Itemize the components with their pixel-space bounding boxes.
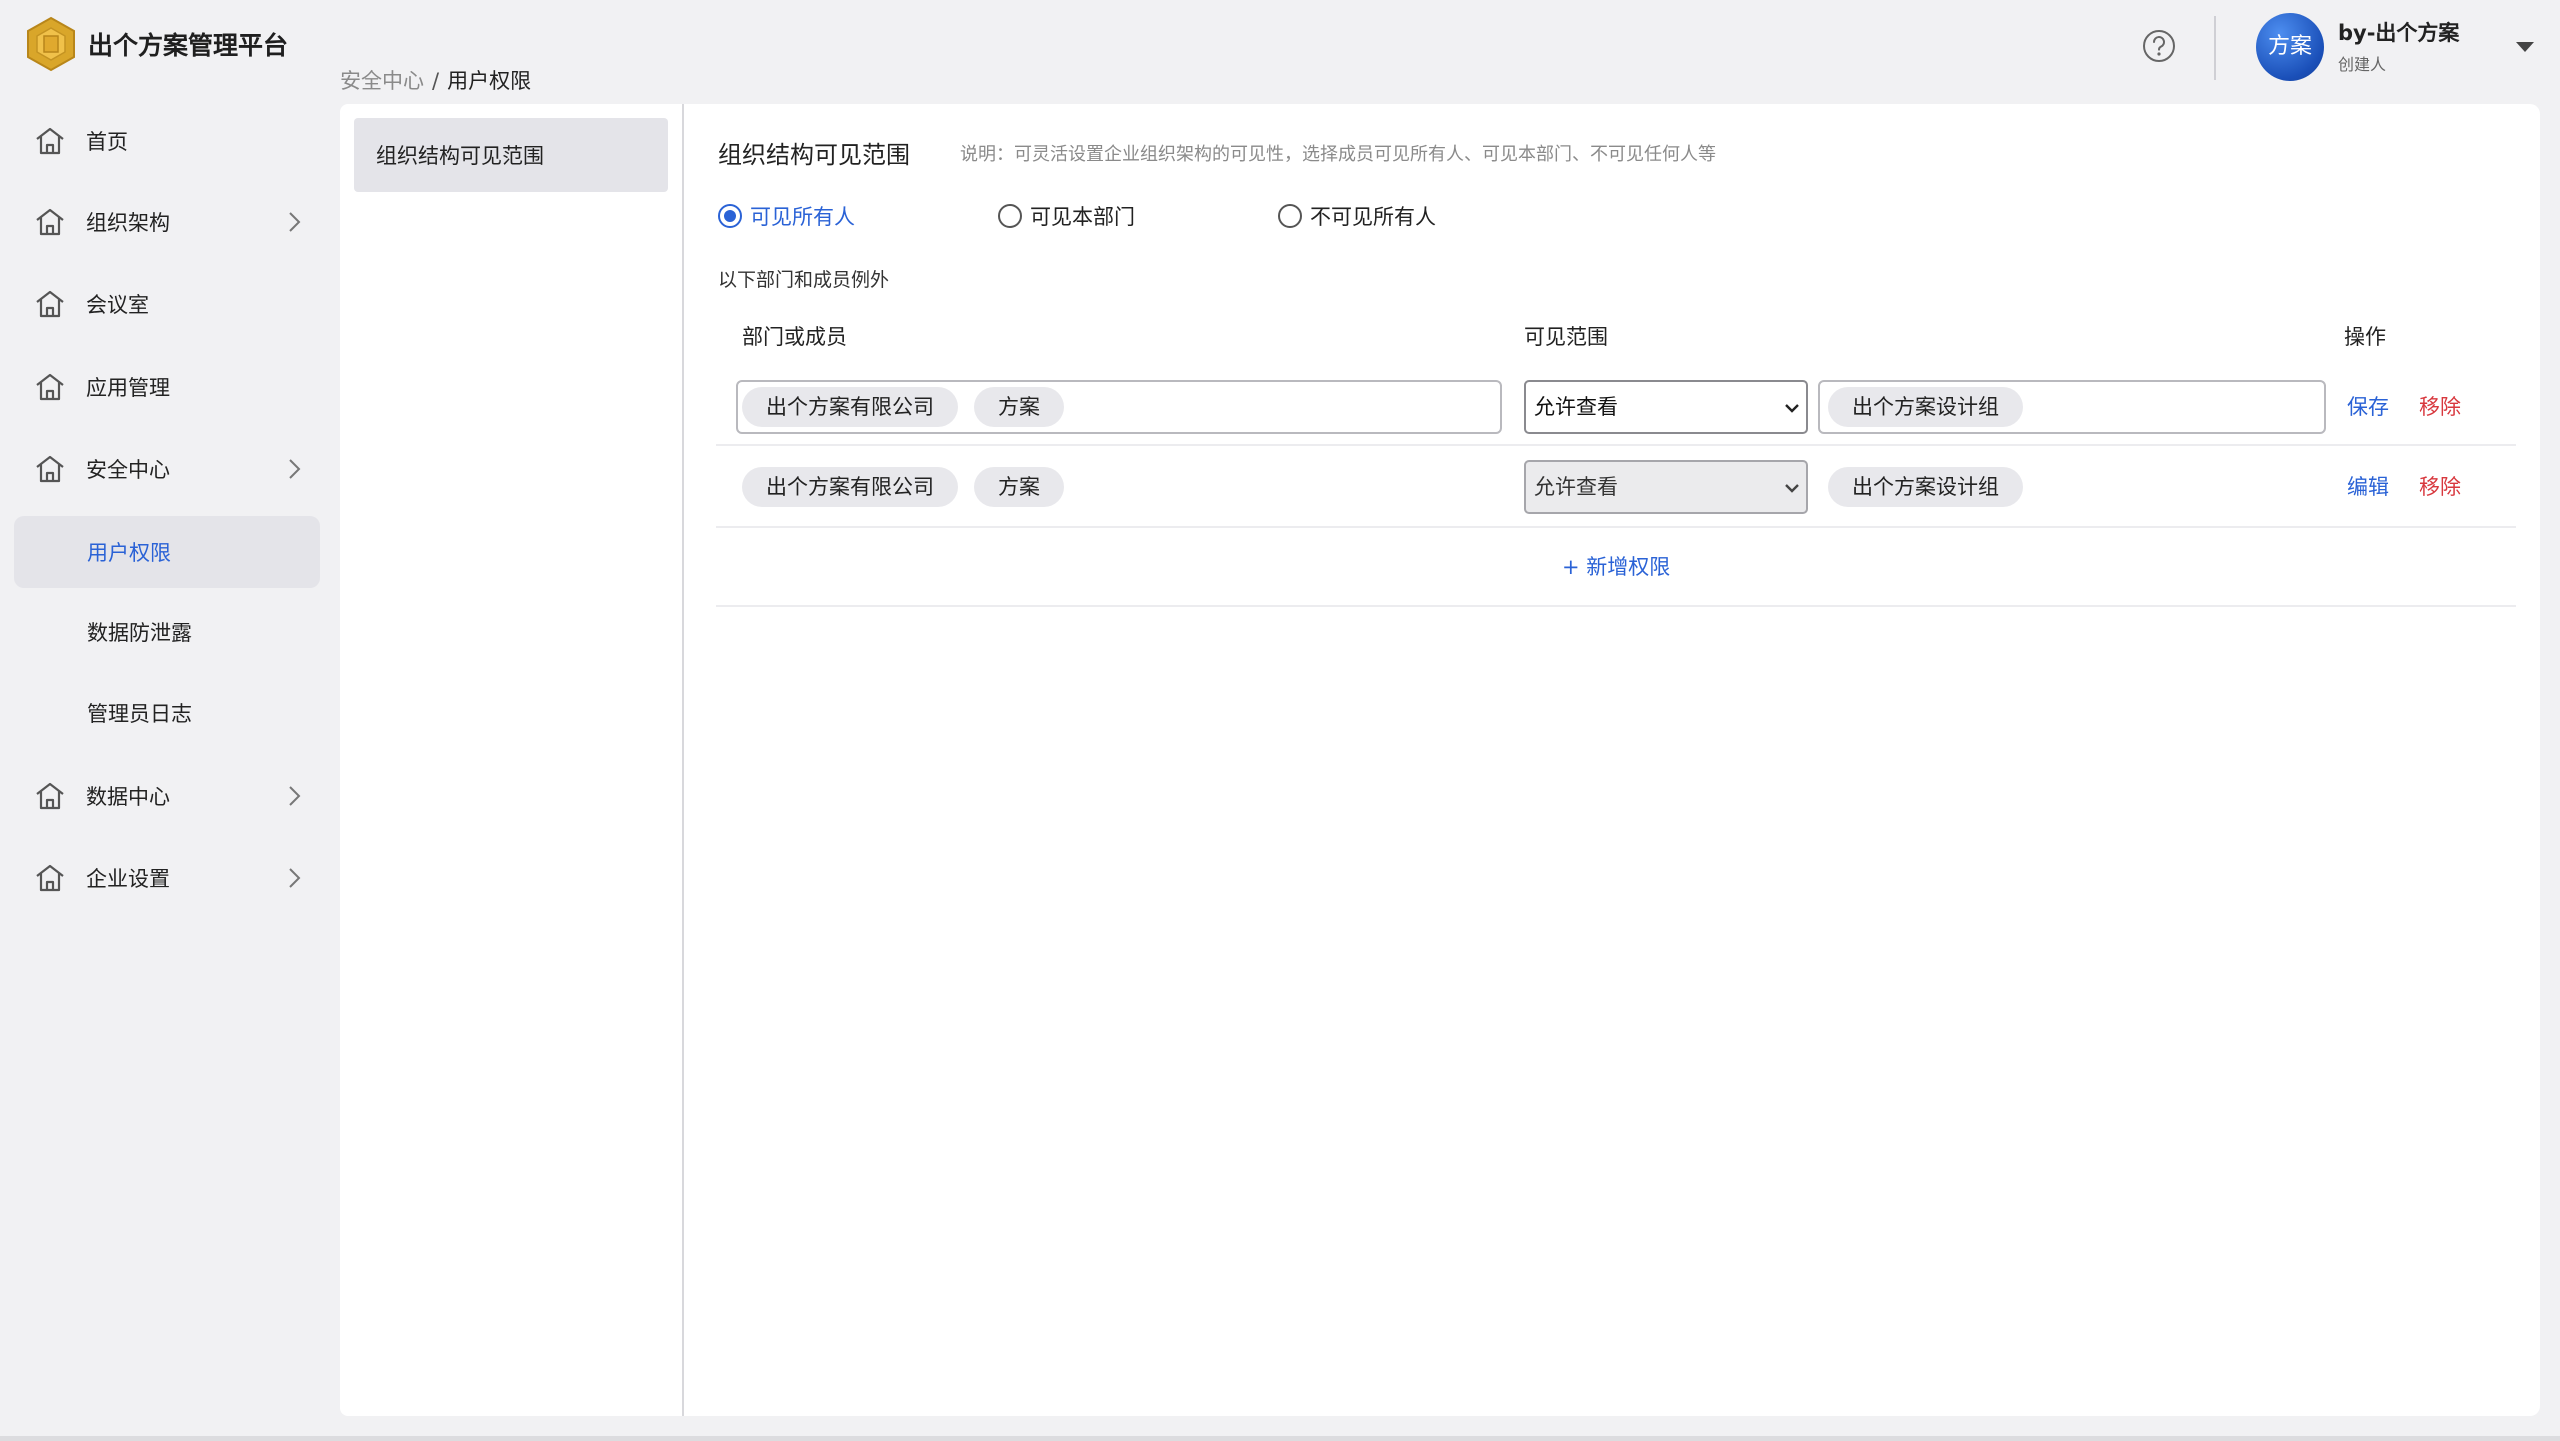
sidebar-item-label: 安全中心 xyxy=(86,458,170,482)
column-header-dept: 部门或成员 xyxy=(742,325,847,349)
column-header-action: 操作 xyxy=(2344,325,2386,349)
radio-button[interactable] xyxy=(718,204,742,228)
sidebar-subitem-dlp[interactable]: 数据防泄露 xyxy=(14,596,320,668)
sidebar-subitem-user-permissions[interactable]: 用户权限 xyxy=(14,516,320,588)
sidebar-item-label: 首页 xyxy=(86,130,128,154)
dept-member-input[interactable]: 出个方案有限公司 方案 xyxy=(736,380,1502,434)
bottom-bar xyxy=(0,1436,2560,1441)
scope-select[interactable]: 允许查看 xyxy=(1524,380,1808,434)
sidebar-item-label: 企业设置 xyxy=(86,867,170,891)
home-icon xyxy=(36,864,64,892)
breadcrumb-parent[interactable]: 安全中心 xyxy=(340,69,424,93)
chevron-down-icon xyxy=(1785,484,1799,493)
member-tag: 方案 xyxy=(974,467,1064,507)
chevron-right-icon xyxy=(289,786,301,806)
sidebar-item-label: 应用管理 xyxy=(86,376,170,400)
sidebar-item-security[interactable]: 安全中心 xyxy=(14,433,320,505)
sidebar-item-org[interactable]: 组织架构 xyxy=(14,186,320,258)
user-name[interactable]: by-出个方案 xyxy=(2338,18,2459,48)
group-tag: 出个方案设计组 xyxy=(1828,387,2023,427)
remove-button[interactable]: 移除 xyxy=(2419,392,2461,422)
radio-invisible-all[interactable]: 不可见所有人 xyxy=(1278,198,1436,234)
member-tag: 方案 xyxy=(974,387,1064,427)
row-divider xyxy=(716,444,2516,446)
chevron-right-icon xyxy=(289,212,301,232)
scope-select-disabled: 允许查看 xyxy=(1524,460,1808,514)
radio-label: 不可见所有人 xyxy=(1310,205,1436,229)
sidebar-subitem-label: 管理员日志 xyxy=(87,702,192,726)
exception-label: 以下部门和成员例外 xyxy=(718,269,890,291)
add-permission-button[interactable]: + 新增权限 xyxy=(1562,552,1670,582)
question-circle-icon[interactable] xyxy=(2141,28,2177,64)
sidebar-item-label: 数据中心 xyxy=(86,785,170,809)
remove-button[interactable]: 移除 xyxy=(2419,472,2461,502)
main-panel xyxy=(684,104,2540,1416)
column-header-scope: 可见范围 xyxy=(1524,325,1608,349)
radio-label: 可见本部门 xyxy=(1030,205,1135,229)
tab-org-visibility[interactable]: 组织结构可见范围 xyxy=(354,118,668,192)
header-divider xyxy=(2214,16,2216,80)
sidebar-item-label: 会议室 xyxy=(86,293,149,317)
app-title: 出个方案管理平台 xyxy=(88,31,289,60)
sidebar-subitem-admin-log[interactable]: 管理员日志 xyxy=(14,677,320,749)
chevron-right-icon xyxy=(289,868,301,888)
radio-button[interactable] xyxy=(1278,204,1302,228)
radio-button[interactable] xyxy=(998,204,1022,228)
radio-visible-all[interactable]: 可见所有人 xyxy=(718,198,855,234)
sidebar-item-meeting[interactable]: 会议室 xyxy=(14,268,320,340)
edit-button[interactable]: 编辑 xyxy=(2347,472,2389,502)
sidebar-item-enterprise-settings[interactable]: 企业设置 xyxy=(14,842,320,914)
radio-label: 可见所有人 xyxy=(750,205,855,229)
left-panel xyxy=(340,104,682,1416)
scope-select-value: 允许查看 xyxy=(1534,475,1618,499)
scope-target-input[interactable]: 出个方案设计组 xyxy=(1818,380,2326,434)
tab-label: 组织结构可见范围 xyxy=(376,144,544,168)
sidebar-item-apps[interactable]: 应用管理 xyxy=(14,351,320,423)
sidebar-item-label: 组织架构 xyxy=(86,211,170,235)
chevron-down-icon xyxy=(1785,404,1799,413)
home-icon xyxy=(36,208,64,236)
home-icon xyxy=(36,455,64,483)
section-title: 组织结构可见范围 xyxy=(718,141,910,169)
home-icon xyxy=(36,127,64,155)
home-icon xyxy=(36,373,64,401)
panel-divider xyxy=(682,104,684,1416)
row-divider xyxy=(716,526,2516,528)
user-avatar[interactable]: 方案 xyxy=(2256,13,2324,81)
caret-down-icon[interactable] xyxy=(2514,40,2536,54)
breadcrumb: 安全中心 / 用户权限 xyxy=(340,66,531,96)
section-description: 说明：可灵活设置企业组织架构的可见性，选择成员可见所有人、可见本部门、不可见任何… xyxy=(960,144,1716,165)
home-icon xyxy=(36,782,64,810)
dept-tag: 出个方案有限公司 xyxy=(742,387,958,427)
breadcrumb-current: 用户权限 xyxy=(447,69,532,93)
sidebar-item-home[interactable]: 首页 xyxy=(14,105,320,177)
home-icon xyxy=(36,290,64,318)
logo-icon xyxy=(27,16,75,72)
radio-visible-department[interactable]: 可见本部门 xyxy=(998,198,1135,234)
save-button[interactable]: 保存 xyxy=(2347,392,2389,422)
scope-select-value: 允许查看 xyxy=(1534,395,1618,419)
dept-tag: 出个方案有限公司 xyxy=(742,467,958,507)
user-role: 创建人 xyxy=(2338,55,2387,74)
chevron-right-icon xyxy=(289,459,301,479)
sidebar-subitem-label: 用户权限 xyxy=(87,541,171,565)
group-tag: 出个方案设计组 xyxy=(1828,467,2023,507)
row-divider xyxy=(716,605,2516,607)
sidebar-subitem-label: 数据防泄露 xyxy=(87,621,192,645)
breadcrumb-separator: / xyxy=(432,69,440,93)
sidebar-item-data-center[interactable]: 数据中心 xyxy=(14,760,320,832)
